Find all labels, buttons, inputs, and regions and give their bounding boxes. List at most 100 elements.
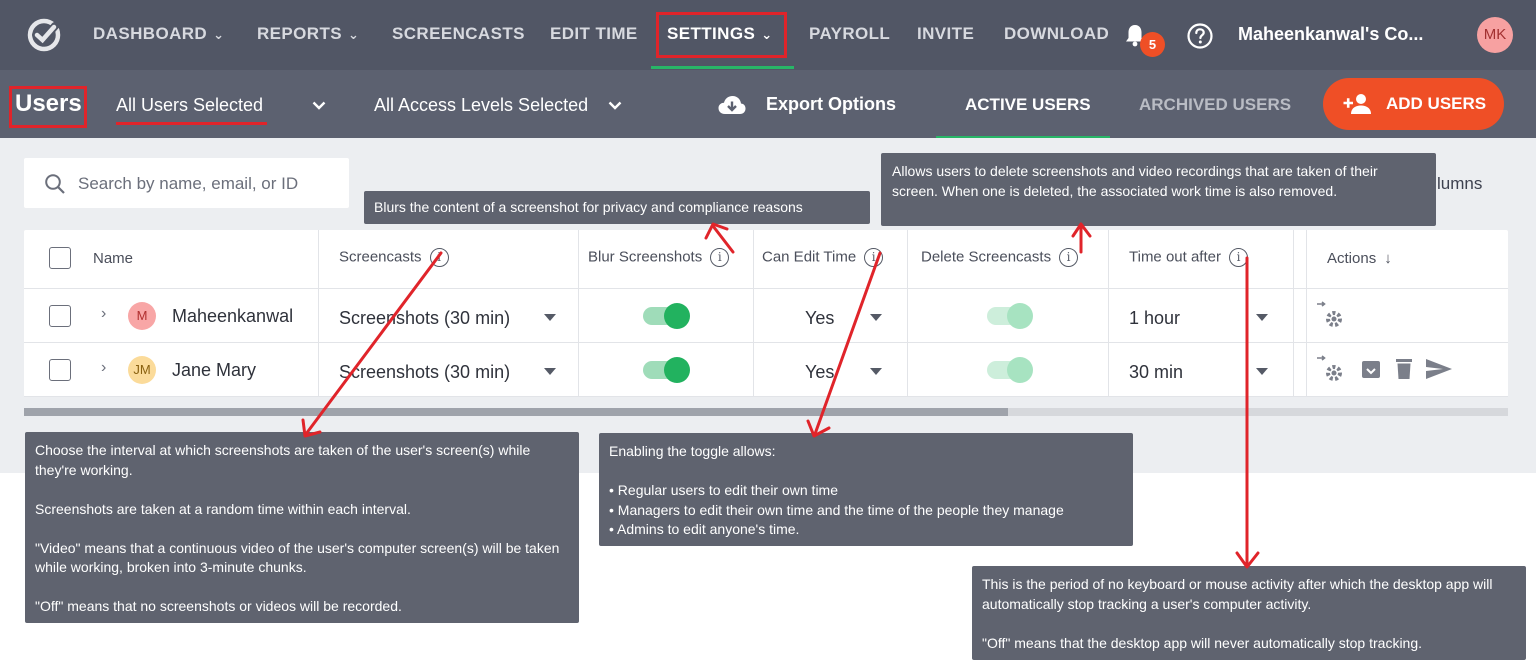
user-name[interactable]: Jane Mary (172, 360, 256, 381)
chevron-down-icon[interactable] (608, 101, 622, 111)
chevron-down-icon: ⌄ (347, 27, 360, 42)
nav-payroll-label: PAYROLL (809, 24, 891, 43)
caret-down-icon[interactable] (870, 368, 882, 375)
users-table: Name Screencasts i Blur Screenshots i Can … (24, 230, 1508, 397)
users-title-annotation-box (9, 86, 87, 128)
can-edit-time-select[interactable]: Yes (805, 308, 834, 329)
nav-reports[interactable]: REPORTS ⌄ (257, 24, 359, 44)
nav-invite[interactable]: INVITE (917, 24, 974, 44)
tab-archived-users[interactable]: ARCHIVED USERS (1139, 95, 1291, 115)
tab-active-users[interactable]: ACTIVE USERS (965, 95, 1091, 115)
user-filter-dropdown[interactable]: All Users Selected (116, 95, 263, 116)
nav-download[interactable]: DOWNLOAD (1004, 24, 1109, 44)
info-icon[interactable]: i (864, 248, 884, 267)
add-users-button[interactable]: ADD USERS (1323, 78, 1504, 130)
app-logo-icon[interactable] (24, 14, 64, 54)
avatar: JM (128, 356, 156, 384)
screencasts-tooltip: Choose the interval at which screenshots… (25, 432, 579, 623)
search-input[interactable]: Search by name, email, or ID (24, 158, 349, 208)
header-delete-screencasts[interactable]: Delete Screencasts i (921, 248, 1079, 267)
blur-toggle-knob[interactable] (664, 357, 690, 383)
header-blur-label: Blur Screenshots (588, 248, 703, 266)
caret-down-icon[interactable] (544, 368, 556, 375)
info-icon[interactable]: i (710, 248, 730, 267)
header-actions-label: Actions (1327, 250, 1377, 267)
column-divider (318, 230, 319, 397)
timeout-select[interactable]: 1 hour (1129, 308, 1180, 329)
nav-screencasts[interactable]: SCREENCASTS (392, 24, 525, 44)
header-timeout-label: Time out after (1129, 248, 1221, 266)
header-screencasts[interactable]: Screencasts i (339, 248, 449, 267)
header-blur-screenshots[interactable]: Blur Screenshots i (588, 248, 730, 267)
user-filter-annotation-underline (116, 122, 267, 125)
timeout-select[interactable]: 30 min (1129, 362, 1183, 383)
header-time-out-after[interactable]: Time out after i (1129, 248, 1248, 267)
nav-invite-label: INVITE (917, 24, 975, 43)
horizontal-scrollbar-thumb[interactable] (24, 408, 1008, 416)
company-name[interactable]: Maheenkanwal's Co... (1238, 24, 1423, 45)
add-user-icon (1343, 94, 1371, 114)
info-icon[interactable]: i (1228, 248, 1248, 267)
access-level-filter-dropdown[interactable]: All Access Levels Selected (374, 95, 588, 116)
nav-reports-label: REPORTS (257, 24, 342, 43)
info-icon[interactable]: i (429, 248, 449, 267)
search-icon (45, 174, 65, 194)
export-options-button[interactable]: Export Options (766, 94, 896, 115)
user-avatar[interactable]: MK (1477, 17, 1513, 53)
screencasts-select[interactable]: Screenshots (30 min) (339, 308, 510, 329)
delete-toggle-knob[interactable] (1007, 357, 1033, 383)
header-edit-time-label: Can Edit Time (762, 248, 857, 266)
nav-payroll[interactable]: PAYROLL (809, 24, 890, 44)
caret-down-icon[interactable] (1256, 314, 1268, 321)
row-checkbox[interactable] (49, 305, 71, 327)
chevron-down-icon[interactable] (312, 101, 326, 111)
time-out-after-tooltip: This is the period of no keyboard or mou… (972, 566, 1526, 660)
chevron-right-icon[interactable]: › (101, 305, 106, 323)
row-divider (24, 342, 1508, 343)
can-edit-time-select[interactable]: Yes (805, 362, 834, 383)
column-divider (1306, 230, 1307, 397)
caret-down-icon[interactable] (1256, 368, 1268, 375)
trash-icon[interactable] (1394, 357, 1414, 381)
header-can-edit-time[interactable]: Can Edit Time i (762, 248, 884, 267)
settings-annotation-box (656, 12, 787, 58)
send-icon[interactable] (1425, 358, 1453, 380)
column-divider (753, 230, 754, 397)
blur-screenshots-tooltip: Blurs the content of a screenshot for pr… (364, 191, 870, 224)
blur-toggle-knob[interactable] (664, 303, 690, 329)
select-all-checkbox[interactable] (49, 247, 71, 269)
header-actions[interactable]: Actions ↓ (1327, 250, 1392, 267)
avatar: M (128, 302, 156, 330)
archive-icon[interactable] (1360, 358, 1382, 380)
column-divider (1293, 230, 1294, 397)
row-divider (24, 396, 1508, 397)
help-icon[interactable] (1186, 22, 1214, 50)
row-divider (24, 288, 1508, 289)
header-name-label: Name (93, 250, 134, 267)
info-icon[interactable]: i (1059, 248, 1079, 267)
columns-button[interactable]: lumns (1437, 174, 1482, 194)
settings-gear-icon[interactable] (1316, 354, 1346, 384)
header-name[interactable]: Name (93, 250, 133, 267)
nav-edit-time[interactable]: EDIT TIME (550, 24, 638, 44)
row-checkbox[interactable] (49, 359, 71, 381)
notification-badge: 5 (1140, 32, 1165, 57)
chevron-right-icon[interactable]: › (101, 359, 106, 377)
settings-gear-icon[interactable] (1316, 300, 1346, 330)
column-divider (578, 230, 579, 397)
caret-down-icon[interactable] (544, 314, 556, 321)
nav-edit-time-label: EDIT TIME (550, 24, 638, 43)
can-edit-time-tooltip: Enabling the toggle allows: • Regular us… (599, 433, 1133, 546)
nav-dashboard[interactable]: DASHBOARD ⌄ (93, 24, 224, 44)
header-screencasts-label: Screencasts (339, 248, 422, 266)
arrow-down-icon: ↓ (1384, 250, 1392, 267)
caret-down-icon[interactable] (870, 314, 882, 321)
user-name[interactable]: Maheenkanwal (172, 306, 293, 327)
delete-toggle-knob[interactable] (1007, 303, 1033, 329)
cloud-download-icon[interactable] (717, 94, 747, 116)
app-root: DASHBOARD ⌄ REPORTS ⌄ SCREENCASTS EDIT TIM… (0, 0, 1536, 671)
nav-download-label: DOWNLOAD (1004, 24, 1110, 43)
screencasts-select[interactable]: Screenshots (30 min) (339, 362, 510, 383)
users-subbar: Users All Users Selected All Access Leve… (0, 70, 1536, 139)
header-delete-label: Delete Screencasts (921, 248, 1052, 266)
